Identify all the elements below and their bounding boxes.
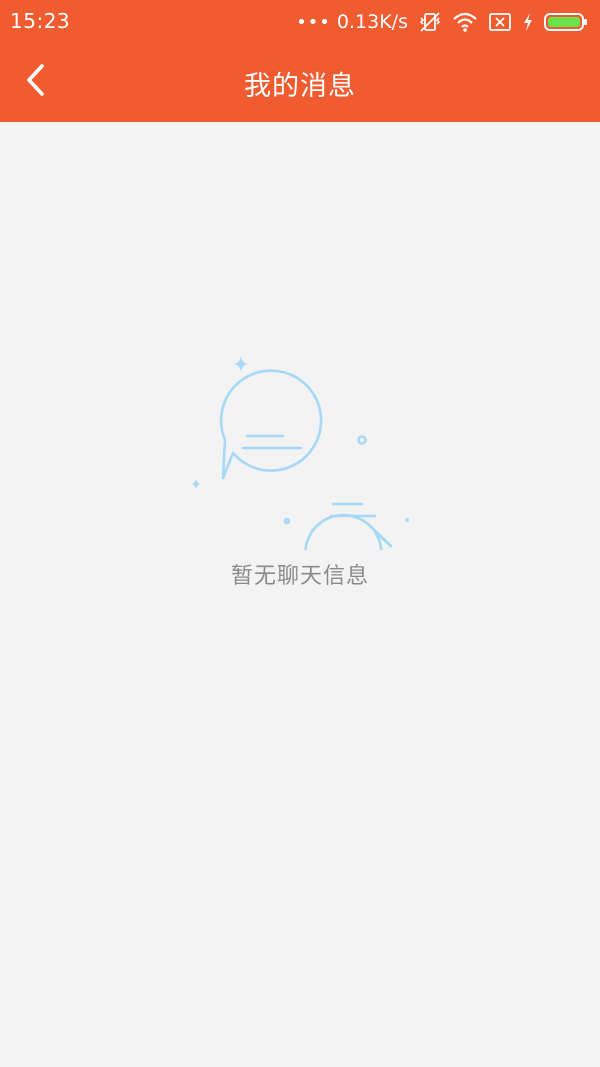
- charging-icon: [522, 12, 534, 32]
- network-speed: 0.13K/s: [336, 11, 408, 33]
- app-header: 15:23 ••• 0.13K/s 我的消息: [0, 0, 600, 122]
- battery-icon: [544, 12, 588, 32]
- no-sim-icon: [488, 12, 512, 32]
- status-bar: 15:23 ••• 0.13K/s: [0, 0, 600, 44]
- nav-bar: 我的消息: [0, 44, 600, 122]
- page-title: 我的消息: [244, 71, 356, 102]
- empty-message: 暂无聊天信息: [230, 564, 369, 589]
- chat-bubbles-icon: [185, 350, 415, 593]
- status-time: 15:23: [10, 9, 71, 33]
- status-indicators: ••• 0.13K/s: [296, 9, 588, 35]
- vibrate-off-icon: [418, 11, 442, 33]
- more-dots: •••: [296, 11, 331, 33]
- wifi-icon: [452, 11, 478, 33]
